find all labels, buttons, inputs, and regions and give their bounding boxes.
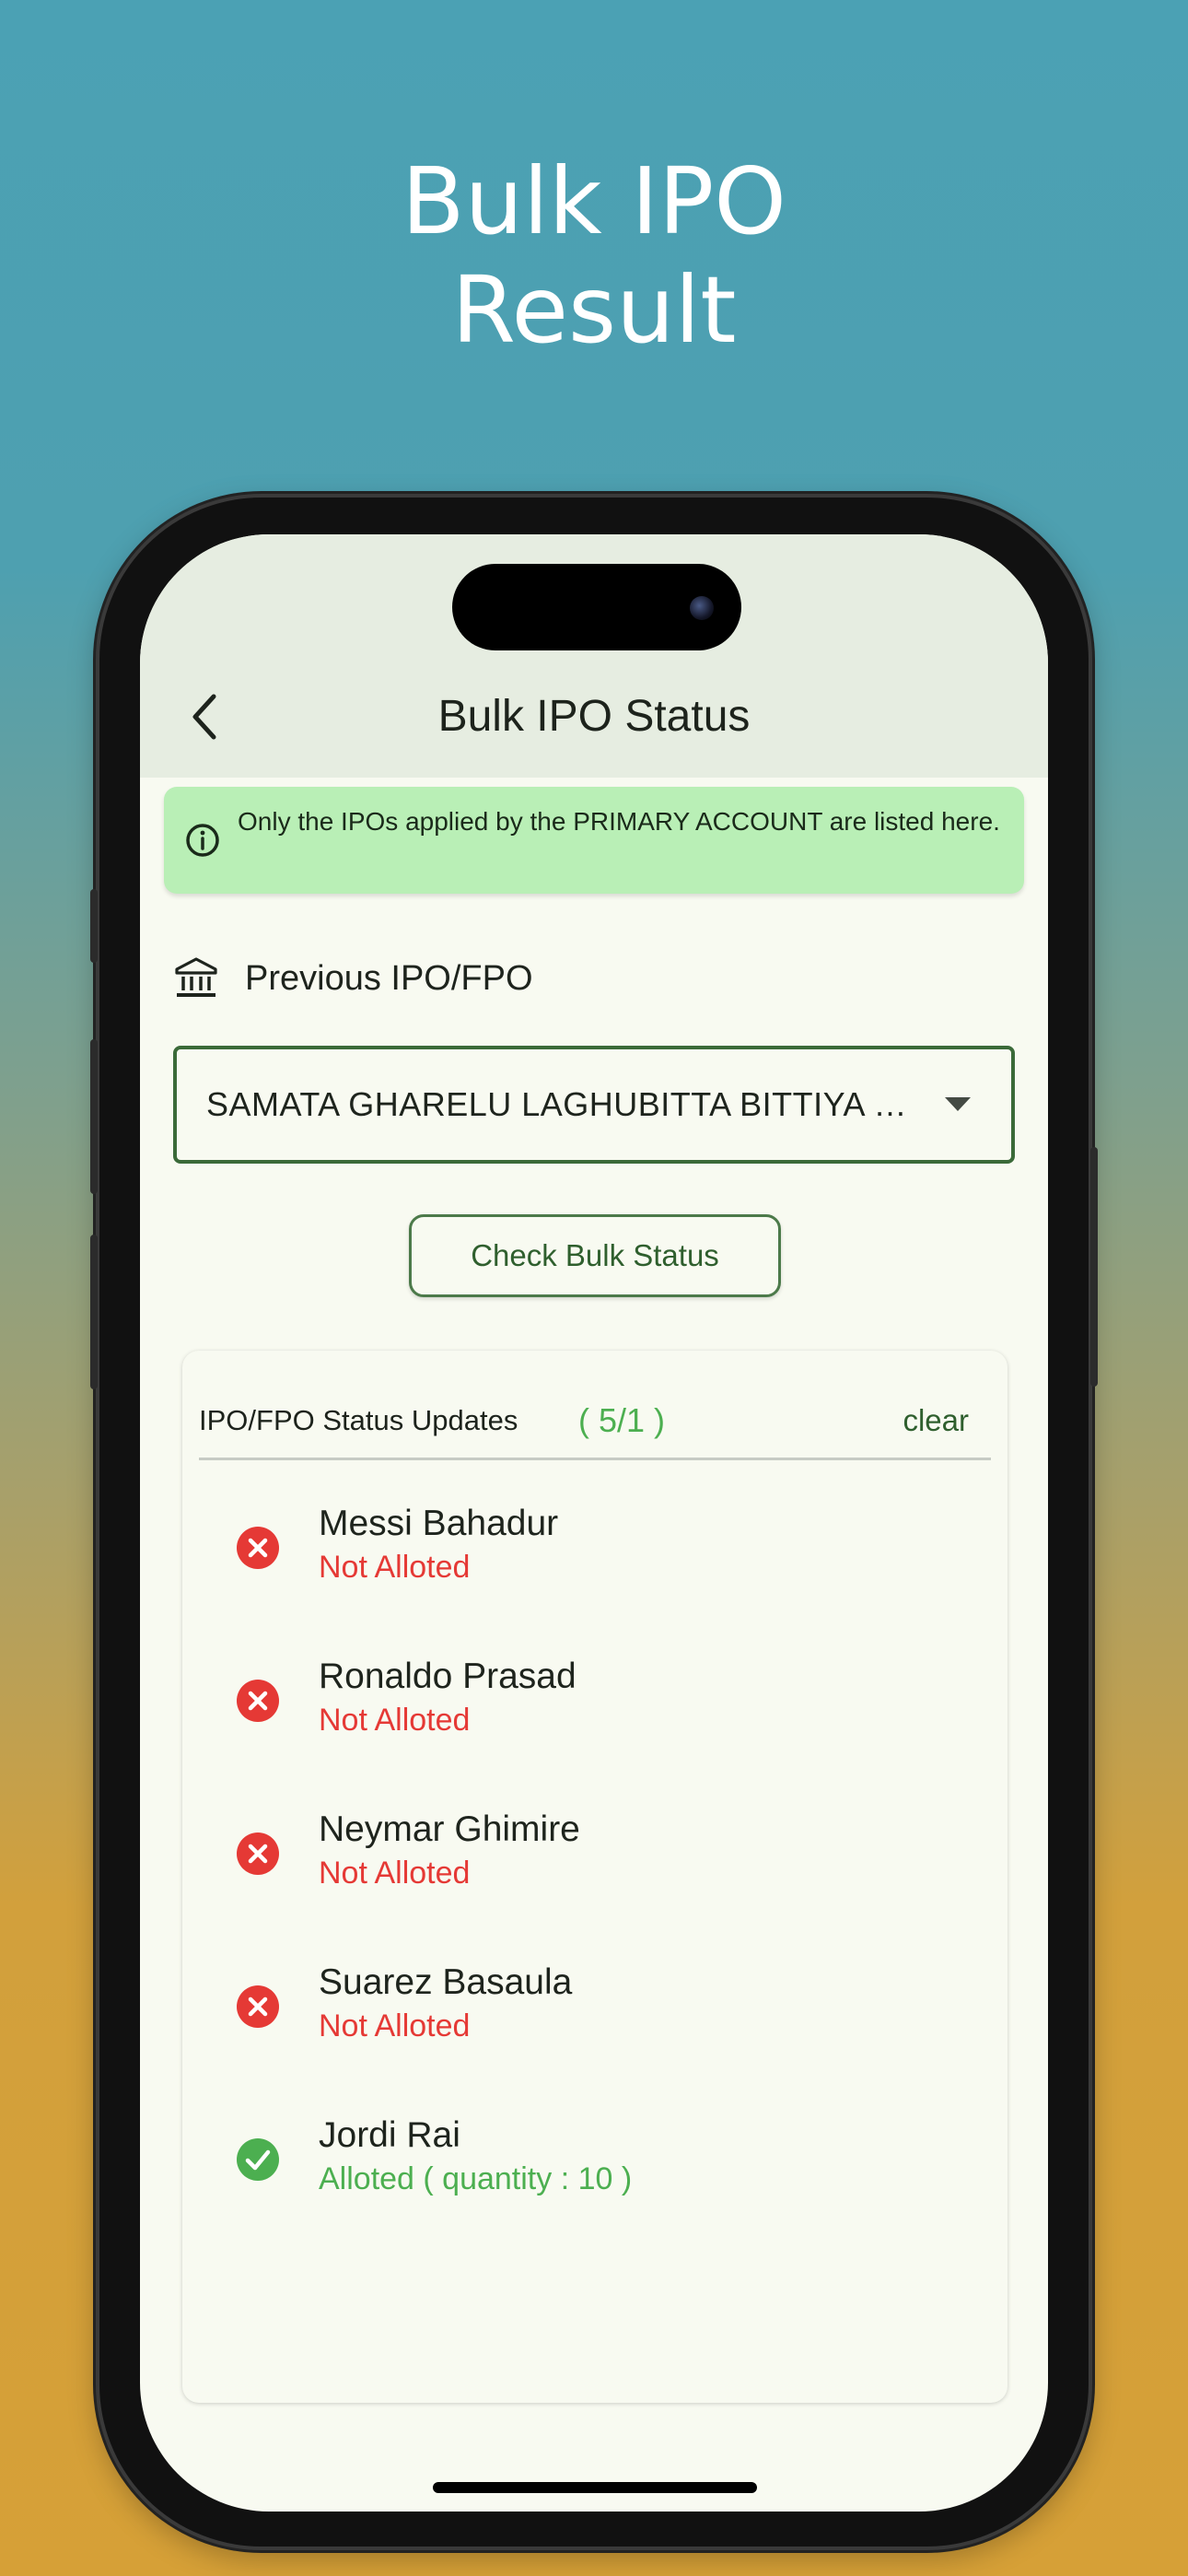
list-item: Neymar Ghimire Not Alloted [182,1804,1007,1957]
promo-title-line-1: Bulk IPO [402,147,786,255]
phone-volume-up-button [90,1039,98,1194]
dropdown-arrow-icon [945,1097,971,1111]
bank-icon [175,957,217,997]
dynamic-island [452,564,741,650]
applicant-name: Messi Bahadur [319,1504,559,1543]
applicant-name: Suarez Basaula [319,1962,573,2002]
applicant-name: Jordi Rai [319,2115,460,2155]
check-circle-icon [237,2138,279,2181]
info-icon [186,824,219,857]
status-card-title: IPO/FPO Status Updates [199,1404,518,1436]
info-banner: Only the IPOs applied by the PRIMARY ACC… [164,787,1024,894]
divider [199,1458,991,1460]
cancel-icon [237,1985,279,2028]
phone-power-button [1090,1147,1098,1387]
promo-title: Bulk IPO Result [0,147,1188,365]
home-indicator[interactable] [433,2482,757,2493]
cancel-icon [237,1527,279,1569]
status-card-header: IPO/FPO Status Updates ( 5/1 ) clear [199,1393,991,1448]
previous-ipo-section-header: Previous IPO/FPO [173,951,818,1006]
allotment-status: Not Alloted [319,2008,471,2043]
info-banner-text: Only the IPOs applied by the PRIMARY ACC… [238,807,1000,836]
status-count: ( 5/1 ) [578,1401,666,1439]
section-label: Previous IPO/FPO [245,958,533,998]
front-camera [690,596,714,620]
phone-volume-down-button [90,1235,98,1389]
allotment-status: Not Alloted [319,1703,471,1738]
list-item: Suarez Basaula Not Alloted [182,1957,1007,2110]
phone-action-button [90,889,98,963]
allotment-status: Not Alloted [319,1550,471,1585]
applicant-name: Neymar Ghimire [319,1809,580,1849]
page-title: Bulk IPO Status [437,692,751,741]
ipo-select-value: SAMATA GHARELU LAGHUBITTA BITTIYA S... [206,1085,925,1123]
list-item: Ronaldo Prasad Not Alloted [182,1651,1007,1804]
cancel-icon [237,1832,279,1875]
allotment-status: Alloted ( quantity : 10 ) [319,2161,633,2196]
applicant-name: Ronaldo Prasad [319,1657,577,1696]
clear-button[interactable]: clear [903,1393,969,1448]
result-list: Messi Bahadur Not Alloted Ronaldo Prasad… [182,1498,1007,2263]
ipo-select-dropdown[interactable]: SAMATA GHARELU LAGHUBITTA BITTIYA S... [173,1046,1015,1164]
list-item: Jordi Rai Alloted ( quantity : 10 ) [182,2110,1007,2263]
cancel-icon [237,1680,279,1722]
phone-screen: Bulk IPO Status Only the IPOs applied by… [140,534,1048,2512]
status-updates-card: IPO/FPO Status Updates ( 5/1 ) clear Mes… [182,1351,1007,2403]
allotment-status: Not Alloted [319,1856,471,1891]
list-item: Messi Bahadur Not Alloted [182,1498,1007,1651]
check-bulk-status-button[interactable]: Check Bulk Status [409,1214,781,1297]
promo-title-line-2: Result [451,256,737,364]
